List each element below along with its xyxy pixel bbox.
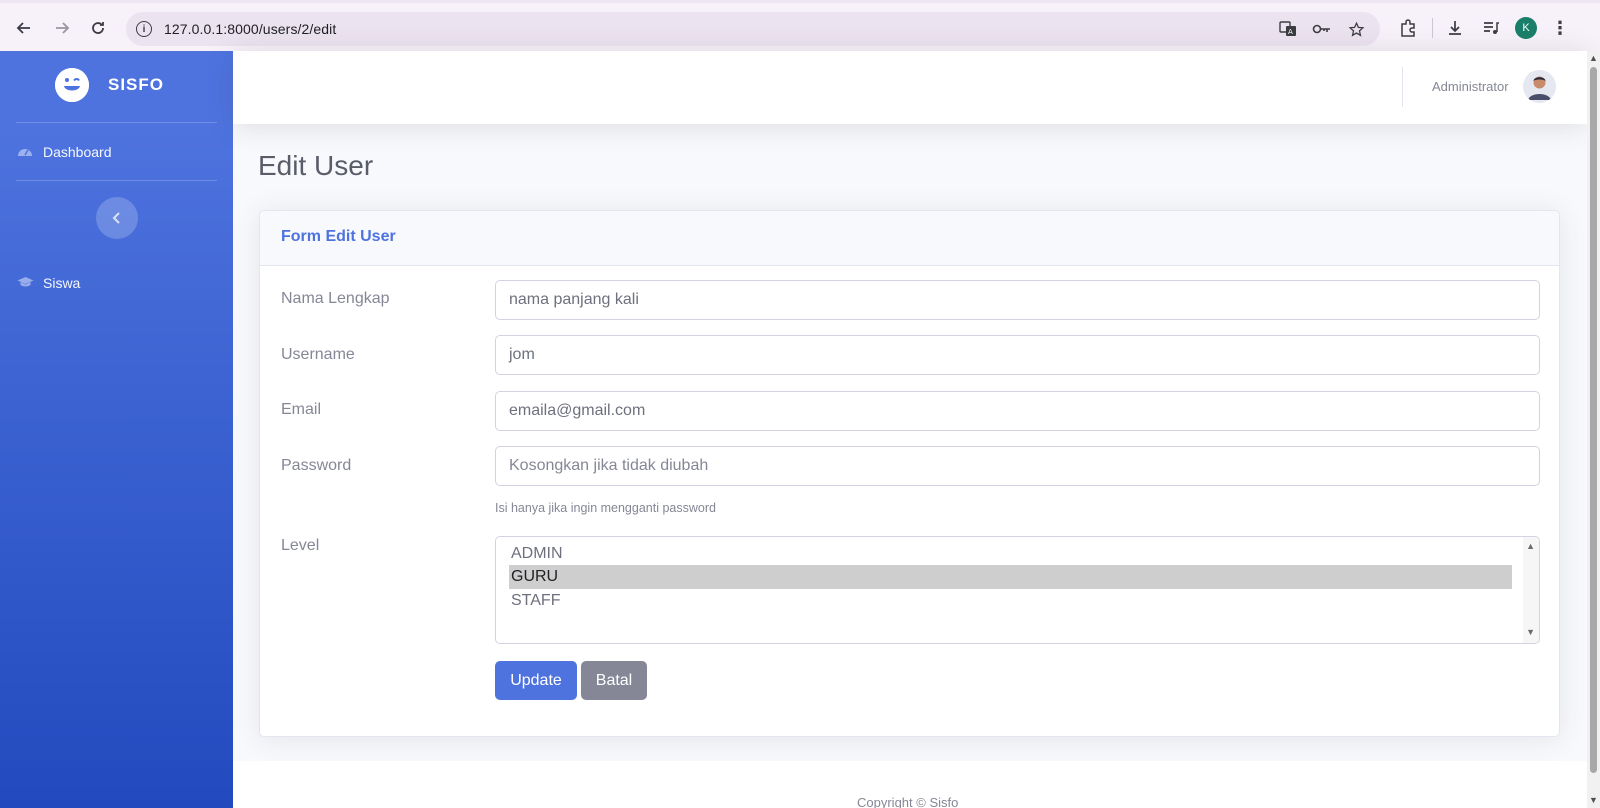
nama-lengkap-input[interactable]: nama panjang kali — [495, 280, 1540, 320]
site-info-icon[interactable]: i — [136, 21, 152, 37]
card-title: Form Edit User — [281, 228, 396, 245]
scroll-up-icon[interactable]: ▲ — [1526, 541, 1535, 551]
page-title: Edit User — [258, 150, 374, 181]
sidebar-item-label: Dashboard — [43, 144, 112, 160]
profile-avatar[interactable]: K — [1515, 17, 1537, 39]
url-text[interactable]: 127.0.0.1:8000/users/2/edit — [164, 21, 336, 37]
key-icon[interactable] — [1312, 19, 1332, 39]
reload-icon[interactable] — [86, 16, 110, 40]
laugh-wink-icon — [55, 68, 89, 102]
topbar-divider — [1402, 67, 1403, 107]
sidebar-divider — [16, 180, 217, 181]
password-help-text: Isi hanya jika ingin mengganti password — [495, 501, 716, 515]
sidebar-item-dashboard[interactable]: Dashboard — [17, 144, 112, 160]
translate-icon[interactable]: A — [1278, 19, 1298, 39]
menu-icon[interactable]: ⋮ — [1551, 18, 1569, 39]
username-label: Username — [281, 346, 355, 363]
level-label: Level — [281, 537, 320, 554]
level-option-guru[interactable]: GURU — [509, 565, 1512, 589]
username-input[interactable]: jom — [495, 335, 1540, 375]
level-option-staff[interactable]: STAFF — [509, 589, 1512, 613]
topbar: Administrator — [233, 51, 1587, 124]
sidebar-toggle-button[interactable] — [96, 197, 138, 239]
extensions-icon[interactable] — [1396, 16, 1420, 40]
scroll-up-icon[interactable]: ▲ — [1589, 53, 1598, 63]
sidebar-item-siswa[interactable]: Siswa — [17, 275, 80, 291]
scroll-down-icon[interactable]: ▼ — [1526, 627, 1535, 637]
page-scrollbar[interactable]: ▲ ▼ — [1587, 51, 1600, 808]
card-header: Form Edit User — [260, 211, 1559, 266]
copyright-text: Copyright © Sisfo — [857, 795, 959, 808]
star-icon[interactable] — [1346, 19, 1366, 39]
graduation-cap-icon — [17, 276, 35, 291]
address-bar[interactable]: i 127.0.0.1:8000/users/2/edit A — [126, 12, 1380, 46]
sidebar-divider — [16, 122, 217, 123]
back-icon[interactable] — [12, 16, 36, 40]
form-card: Form Edit User Nama Lengkap nama panjang… — [259, 210, 1560, 737]
password-label: Password — [281, 457, 352, 474]
nama-lengkap-label: Nama Lengkap — [281, 290, 390, 307]
media-queue-icon[interactable] — [1479, 16, 1503, 40]
update-button[interactable]: Update — [495, 661, 577, 700]
scrollbar-thumb[interactable] — [1590, 67, 1597, 773]
scroll-down-icon[interactable]: ▼ — [1589, 795, 1598, 805]
email-input[interactable]: emaila@gmail.com — [495, 391, 1540, 431]
level-select[interactable]: ADMIN GURU STAFF ▲ ▼ — [495, 536, 1540, 644]
tachometer-icon — [17, 145, 35, 160]
email-label: Email — [281, 401, 322, 418]
user-name[interactable]: Administrator — [1432, 79, 1509, 94]
select-scrollbar[interactable]: ▲ ▼ — [1523, 537, 1539, 643]
sidebar-brand[interactable]: SISFO — [55, 68, 164, 102]
password-input[interactable]: Kosongkan jika tidak diubah — [495, 446, 1540, 486]
forward-icon[interactable] — [50, 16, 74, 40]
toolbar-divider — [1432, 18, 1433, 38]
batal-button[interactable]: Batal — [581, 661, 647, 700]
sidebar-item-label: Siswa — [43, 275, 81, 291]
download-icon[interactable] — [1443, 16, 1467, 40]
browser-toolbar: i 127.0.0.1:8000/users/2/edit A K ⋮ — [0, 0, 1600, 51]
svg-text:A: A — [1288, 28, 1293, 36]
brand-name: SISFO — [108, 75, 165, 94]
avatar[interactable] — [1523, 70, 1556, 103]
sidebar: SISFO Dashboard Siswa — [0, 51, 233, 808]
level-option-admin[interactable]: ADMIN — [509, 542, 1512, 566]
